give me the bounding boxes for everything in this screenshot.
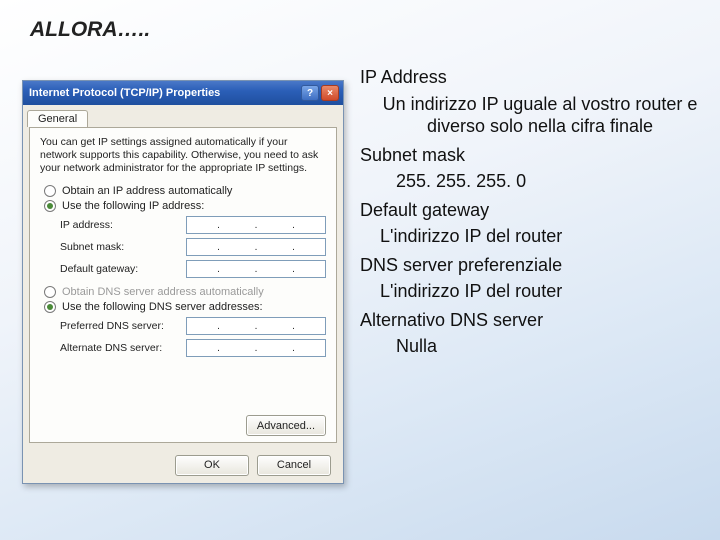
- radio-icon: [44, 301, 56, 313]
- radio-use-ip[interactable]: Use the following IP address:: [44, 200, 326, 212]
- dialog-button-bar: OK Cancel: [23, 447, 343, 483]
- radio-obtain-dns: Obtain DNS server address automatically: [44, 286, 326, 298]
- tab-general[interactable]: General: [27, 110, 88, 127]
- alternate-dns-input[interactable]: ...: [186, 339, 326, 357]
- description-text: You can get IP settings assigned automat…: [40, 136, 326, 175]
- preferred-dns-label: Preferred DNS server:: [60, 320, 164, 332]
- radio-icon: [44, 286, 56, 298]
- help-button[interactable]: ?: [301, 85, 319, 101]
- dns-alt-text: Nulla: [396, 335, 700, 358]
- default-gateway-input[interactable]: ...: [186, 260, 326, 278]
- explanation-column: IP Address Un indirizzo IP uguale al vos…: [360, 60, 700, 364]
- alternate-dns-label: Alternate DNS server:: [60, 342, 162, 354]
- advanced-button[interactable]: Advanced...: [246, 415, 326, 436]
- tcpip-properties-dialog: Internet Protocol (TCP/IP) Properties ? …: [22, 80, 344, 484]
- dns-alt-heading: Alternativo DNS server: [360, 309, 700, 332]
- ok-button[interactable]: OK: [175, 455, 249, 476]
- radio-use-dns-label: Use the following DNS server addresses:: [62, 301, 263, 313]
- subnet-mask-label: Subnet mask:: [60, 241, 124, 253]
- dns-pref-text: L'indirizzo IP del router: [380, 280, 700, 303]
- gateway-heading: Default gateway: [360, 199, 700, 222]
- ip-address-text: Un indirizzo IP uguale al vostro router …: [380, 93, 700, 138]
- radio-icon: [44, 185, 56, 197]
- dns-pref-heading: DNS server preferenziale: [360, 254, 700, 277]
- radio-use-dns[interactable]: Use the following DNS server addresses:: [44, 301, 326, 313]
- ip-address-label: IP address:: [60, 219, 113, 231]
- tab-pane: You can get IP settings assigned automat…: [29, 127, 337, 443]
- radio-obtain-ip[interactable]: Obtain an IP address automatically: [44, 185, 326, 197]
- radio-icon: [44, 200, 56, 212]
- ip-address-input[interactable]: ...: [186, 216, 326, 234]
- cancel-button[interactable]: Cancel: [257, 455, 331, 476]
- subnet-text: 255. 255. 255. 0: [396, 170, 700, 193]
- tabstrip: General: [23, 105, 343, 127]
- preferred-dns-input[interactable]: ...: [186, 317, 326, 335]
- ip-address-heading: IP Address: [360, 66, 700, 89]
- close-button[interactable]: ×: [321, 85, 339, 101]
- gateway-text: L'indirizzo IP del router: [380, 225, 700, 248]
- dns-fieldset: Preferred DNS server: ... Alternate DNS …: [60, 317, 326, 357]
- subnet-mask-input[interactable]: ...: [186, 238, 326, 256]
- titlebar: Internet Protocol (TCP/IP) Properties ? …: [23, 81, 343, 105]
- default-gateway-label: Default gateway:: [60, 263, 138, 275]
- dialog-title: Internet Protocol (TCP/IP) Properties: [29, 87, 220, 99]
- radio-obtain-ip-label: Obtain an IP address automatically: [62, 185, 232, 197]
- subnet-heading: Subnet mask: [360, 144, 700, 167]
- radio-use-ip-label: Use the following IP address:: [62, 200, 204, 212]
- slide-title: ALLORA…..: [30, 18, 150, 42]
- ip-fieldset: IP address: ... Subnet mask: ... Default…: [60, 216, 326, 278]
- radio-obtain-dns-label: Obtain DNS server address automatically: [62, 286, 264, 298]
